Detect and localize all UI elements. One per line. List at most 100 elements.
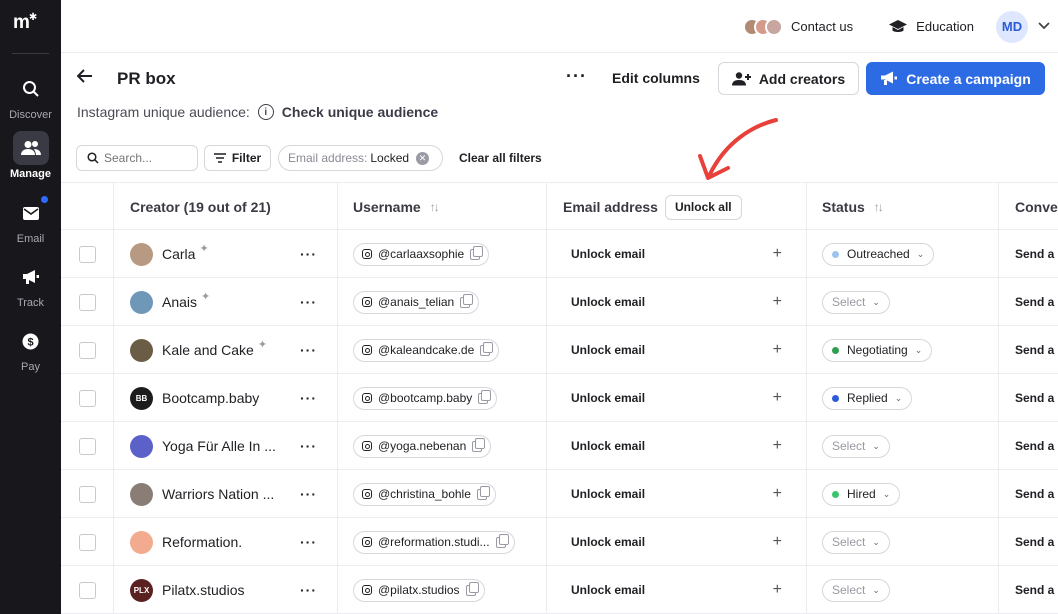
row-checkbox[interactable] [78,533,96,551]
table-row[interactable]: BB Bootcamp.baby ··· @bootcamp.baby Unlo… [61,374,1058,422]
header-status[interactable]: Status ↑↓ [807,183,999,231]
user-avatar[interactable]: MD [996,10,1028,43]
creator-name[interactable]: Anais [162,294,197,310]
table-row[interactable]: Reformation. ··· @reformation.studi... U… [61,518,1058,566]
row-more-options-icon[interactable]: ··· [300,582,317,598]
contact-us-link[interactable]: Contact us [791,19,853,34]
education-link[interactable]: Education [889,19,974,34]
creator-name[interactable]: Yoga Für Alle In ... [162,438,276,454]
sidebar-item-track[interactable]: Track [0,260,61,309]
send-message-button[interactable]: Send a [1015,583,1054,597]
row-checkbox[interactable] [78,341,96,359]
copy-icon[interactable] [465,581,479,596]
username-pill[interactable]: @christina_bohle [353,482,496,506]
back-arrow-icon[interactable] [76,68,93,88]
check-unique-audience-link[interactable]: Check unique audience [282,104,438,120]
table-row[interactable]: Carla ✦ ··· @carlaaxsophie Unlock email … [61,230,1058,278]
plus-icon[interactable]: + [773,581,782,599]
creator-name[interactable]: Bootcamp.baby [162,390,259,406]
email-filter-chip[interactable]: Email address: Locked ✕ [278,145,443,171]
send-message-button[interactable]: Send a [1015,247,1054,261]
send-message-button[interactable]: Send a [1015,295,1054,309]
send-message-button[interactable]: Send a [1015,535,1054,549]
row-checkbox[interactable] [78,485,96,503]
plus-icon[interactable]: + [773,389,782,407]
plus-icon[interactable]: + [773,533,782,551]
search-box[interactable] [76,145,198,171]
unlock-email-button[interactable]: Unlock email [571,487,645,501]
unlock-email-button[interactable]: Unlock email [571,439,645,453]
sort-icon[interactable]: ↑↓ [874,200,884,214]
edit-columns-button[interactable]: Edit columns [612,70,700,86]
creator-cell[interactable]: Kale and Cake ✦ ··· [114,326,338,374]
table-row[interactable]: Warriors Nation ... ··· @christina_bohle… [61,470,1058,518]
username-pill[interactable]: @yoga.nebenan [353,434,492,458]
creator-name[interactable]: Reformation. [162,534,242,550]
status-dropdown[interactable]: Select ⌄ [822,434,890,458]
creator-cell[interactable]: Yoga Für Alle In ... ··· [114,422,338,470]
username-pill[interactable]: @kaleandcake.de [353,338,500,362]
app-logo[interactable]: m✱ [13,12,37,34]
unlock-email-button[interactable]: Unlock email [571,295,645,309]
copy-icon[interactable] [472,437,486,452]
row-checkbox[interactable] [78,389,96,407]
unlock-email-button[interactable]: Unlock email [571,247,645,261]
sidebar-item-pay[interactable]: $ Pay [0,324,61,373]
unlock-email-button[interactable]: Unlock email [571,535,645,549]
row-checkbox[interactable] [78,437,96,455]
info-icon[interactable]: i [257,104,274,120]
search-input[interactable] [104,151,192,165]
unlock-email-button[interactable]: Unlock email [571,343,645,357]
sidebar-item-manage[interactable]: Manage [0,131,61,180]
remove-filter-icon[interactable]: ✕ [416,151,430,165]
create-campaign-button[interactable]: Create a campaign [866,62,1045,95]
plus-icon[interactable]: + [773,245,782,263]
clear-all-filters-button[interactable]: Clear all filters [459,151,542,165]
row-more-options-icon[interactable]: ··· [300,294,317,310]
more-options-icon[interactable]: ··· [566,66,587,87]
copy-icon[interactable] [478,389,492,404]
creator-cell[interactable]: Reformation. ··· [114,518,338,566]
table-row[interactable]: Yoga Für Alle In ... ··· @yoga.nebenan U… [61,422,1058,470]
creator-cell[interactable]: Carla ✦ ··· [114,230,338,278]
creator-name[interactable]: Carla [162,246,195,262]
copy-icon[interactable] [495,533,509,548]
row-more-options-icon[interactable]: ··· [300,534,317,550]
status-dropdown[interactable]: Replied ⌄ [822,386,913,410]
row-checkbox[interactable] [78,245,96,263]
plus-icon[interactable]: + [773,293,782,311]
creator-name[interactable]: Kale and Cake [162,342,254,358]
row-more-options-icon[interactable]: ··· [300,486,317,502]
status-dropdown[interactable]: Negotiating ⌄ [822,338,933,362]
username-pill[interactable]: @reformation.studi... [353,530,515,554]
plus-icon[interactable]: + [773,341,782,359]
status-dropdown[interactable]: Outreached ⌄ [822,242,935,266]
unlock-email-button[interactable]: Unlock email [571,583,645,597]
status-dropdown[interactable]: Select ⌄ [822,530,890,554]
creator-cell[interactable]: BB Bootcamp.baby ··· [114,374,338,422]
sidebar-item-discover[interactable]: Discover [0,72,61,121]
sort-icon[interactable]: ↑↓ [430,200,440,214]
copy-icon[interactable] [460,293,474,308]
status-dropdown[interactable]: Hired ⌄ [822,482,901,506]
row-more-options-icon[interactable]: ··· [300,246,317,262]
send-message-button[interactable]: Send a [1015,439,1054,453]
chevron-down-icon[interactable] [1038,21,1050,33]
creator-name[interactable]: Warriors Nation ... [162,486,274,502]
copy-icon[interactable] [480,341,494,356]
row-more-options-icon[interactable]: ··· [300,390,317,406]
plus-icon[interactable]: + [773,485,782,503]
send-message-button[interactable]: Send a [1015,343,1054,357]
send-message-button[interactable]: Send a [1015,487,1054,501]
row-more-options-icon[interactable]: ··· [300,438,317,454]
copy-icon[interactable] [470,245,484,260]
creator-name[interactable]: Pilatx.studios [162,582,244,598]
header-username[interactable]: Username ↑↓ [338,183,547,231]
creator-cell[interactable]: Anais ✦ ··· [114,278,338,326]
creator-cell[interactable]: PLX Pilatx.studios ··· [114,566,338,614]
table-row[interactable]: PLX Pilatx.studios ··· @pilatx.studios U… [61,566,1058,614]
row-checkbox[interactable] [78,293,96,311]
status-dropdown[interactable]: Select ⌄ [822,578,890,602]
sidebar-item-email[interactable]: Email [0,196,61,245]
plus-icon[interactable]: + [773,437,782,455]
